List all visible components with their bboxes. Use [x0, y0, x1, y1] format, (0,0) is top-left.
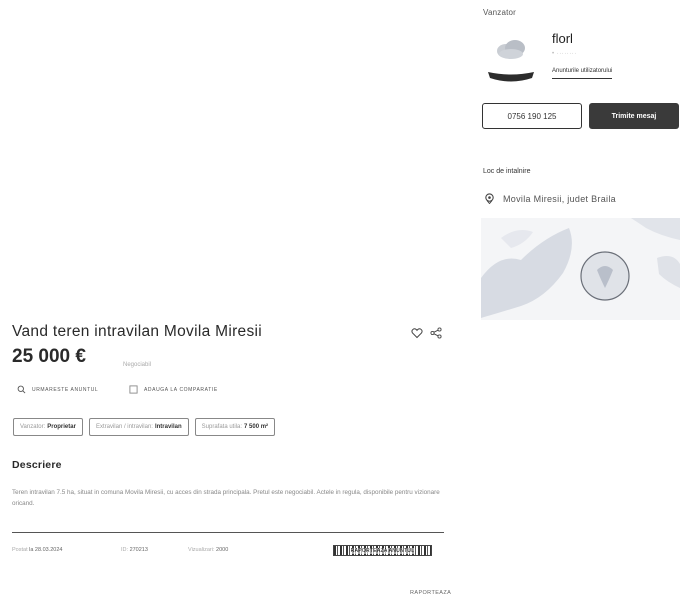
send-message-button[interactable]: Trimite mesaj: [589, 103, 679, 129]
location-map[interactable]: [481, 218, 680, 320]
chip-label: Vanzator: [20, 424, 44, 430]
parameter-chips: Vanzator: Proprietar Extravilan / intrav…: [13, 418, 276, 436]
view-count: Vizualizari: 2000: [188, 547, 228, 553]
chip-value: Proprietar: [47, 424, 76, 430]
compare-action[interactable]: Adauga la comparatie: [129, 385, 218, 394]
seller-meta: • ········: [552, 51, 577, 57]
views-label: Vizualizari:: [188, 547, 215, 553]
posted-value: la 28.03.2024: [29, 547, 63, 553]
report-ad-button[interactable]: RAPORTEAZA ANUNTUL: [333, 545, 432, 556]
price: 25 000 €: [12, 346, 86, 367]
listing-title: Vand teren intravilan Movila Miresii: [12, 323, 262, 340]
id-value: 270213: [129, 547, 148, 553]
follow-ad-action[interactable]: Urmareste anuntul: [17, 385, 98, 394]
brand-logo: [488, 72, 534, 82]
views-value: 2000: [216, 547, 229, 553]
chip-value: Intravilan: [154, 424, 182, 430]
chip-label: Suprafata utila: [201, 424, 241, 430]
avatar-cloud-icon: [497, 40, 525, 59]
location-row: Movila Miresii, judet Braila: [484, 193, 616, 204]
report-badge-label: RAPORTEAZA ANUNTUL: [350, 547, 415, 554]
negotiable-label: Negociabil: [123, 362, 152, 368]
location-heading: Loc de intalnire: [483, 168, 531, 175]
report-link[interactable]: Raporteaza: [410, 590, 451, 596]
posted-date: Postat la 28.03.2024: [12, 547, 62, 553]
description-text: Teren intravilan 7.5 ha, situat in comun…: [12, 489, 440, 507]
description-heading: Descriere: [12, 459, 62, 471]
heart-icon[interactable]: [411, 327, 423, 339]
ad-id: ID: 270213: [121, 547, 148, 553]
divider: [12, 532, 444, 533]
map-pin-icon: [485, 193, 494, 204]
chip-surface: Suprafata utila: 7 500 m²: [194, 418, 276, 436]
chip-seller-type: Vanzator: Proprietar: [13, 418, 83, 436]
id-label: ID:: [121, 547, 129, 553]
chip-value: 7 500 m²: [244, 424, 269, 430]
share-icon[interactable]: [430, 327, 442, 339]
seller-heading: Vanzator: [483, 8, 517, 17]
compare-icon: [129, 385, 138, 394]
compare-label: Adauga la comparatie: [144, 386, 218, 393]
chip-land-type: Extravilan / intravilan: Intravilan: [88, 418, 189, 436]
location-text: Movila Miresii, judet Braila: [503, 193, 616, 204]
follow-ad-label: Urmareste anuntul: [32, 386, 99, 393]
seller-ads-link[interactable]: Anunturile utilizatorului: [552, 68, 613, 79]
posted-label: Postat: [12, 547, 28, 553]
chip-label: Extravilan / intravilan: [95, 424, 152, 430]
seller-name[interactable]: florl: [552, 31, 573, 46]
search-icon: [17, 385, 26, 394]
show-phone-button[interactable]: 0756 190 125: [482, 103, 582, 129]
